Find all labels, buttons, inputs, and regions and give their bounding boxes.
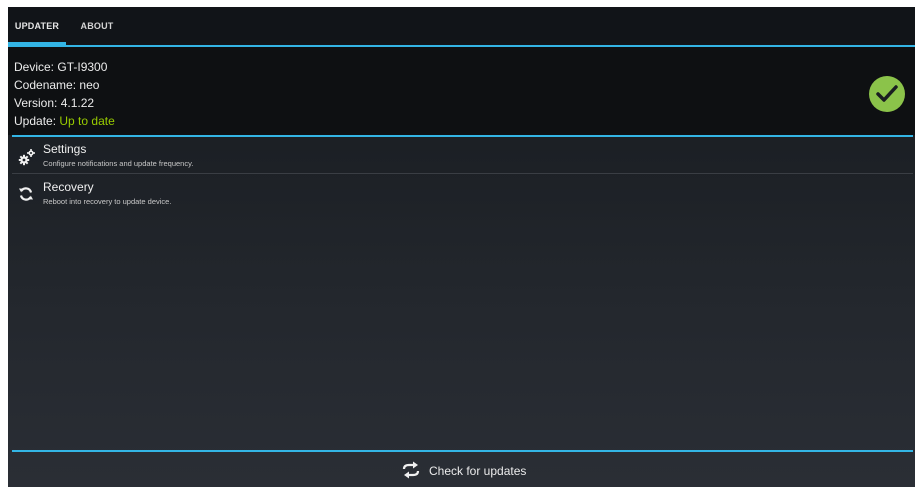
- sync-arrows-icon: [402, 461, 420, 484]
- check-for-updates-button[interactable]: Check for updates: [8, 452, 915, 487]
- gears-icon: [18, 148, 35, 166]
- recovery-subtitle: Reboot into recovery to update device.: [43, 197, 172, 206]
- device-label: Device:: [14, 60, 55, 74]
- tab-updater[interactable]: UPDATER: [8, 7, 66, 47]
- tab-updater-label: UPDATER: [14, 21, 60, 31]
- update-label: Update:: [14, 114, 57, 128]
- tab-about-label: ABOUT: [80, 21, 114, 31]
- update-status-value: Up to date: [59, 114, 115, 128]
- settings-list-item[interactable]: Settings Configure notifications and upd…: [8, 140, 915, 174]
- version-label: Version:: [14, 96, 58, 110]
- recovery-title: Recovery: [43, 180, 94, 194]
- updater-screen: UPDATER ABOUT Device: GT-I9300 Codename:…: [8, 7, 915, 487]
- device-line: Device: GT-I9300: [14, 60, 107, 74]
- codename-label: Codename:: [14, 78, 77, 92]
- check-for-updates-label: Check for updates: [429, 464, 527, 478]
- version-value: 4.1.22: [60, 96, 95, 110]
- recovery-list-item[interactable]: Recovery Reboot into recovery to update …: [8, 178, 915, 212]
- device-info-panel: Device: GT-I9300 Codename: neo Version: …: [8, 47, 915, 135]
- info-divider: [12, 135, 913, 137]
- checkmark-circle-icon: [869, 76, 905, 112]
- list-divider: [12, 173, 913, 174]
- tab-about[interactable]: ABOUT: [70, 7, 124, 45]
- codename-value: neo: [79, 78, 100, 92]
- update-line: Update: Up to date: [14, 114, 115, 128]
- tab-bar: UPDATER ABOUT: [8, 7, 915, 47]
- version-line: Version: 4.1.22: [14, 96, 94, 110]
- refresh-icon: [18, 186, 34, 204]
- settings-title: Settings: [43, 142, 87, 156]
- codename-line: Codename: neo: [14, 78, 99, 92]
- settings-subtitle: Configure notifications and update frequ…: [43, 159, 194, 168]
- device-value: GT-I9300: [57, 60, 108, 74]
